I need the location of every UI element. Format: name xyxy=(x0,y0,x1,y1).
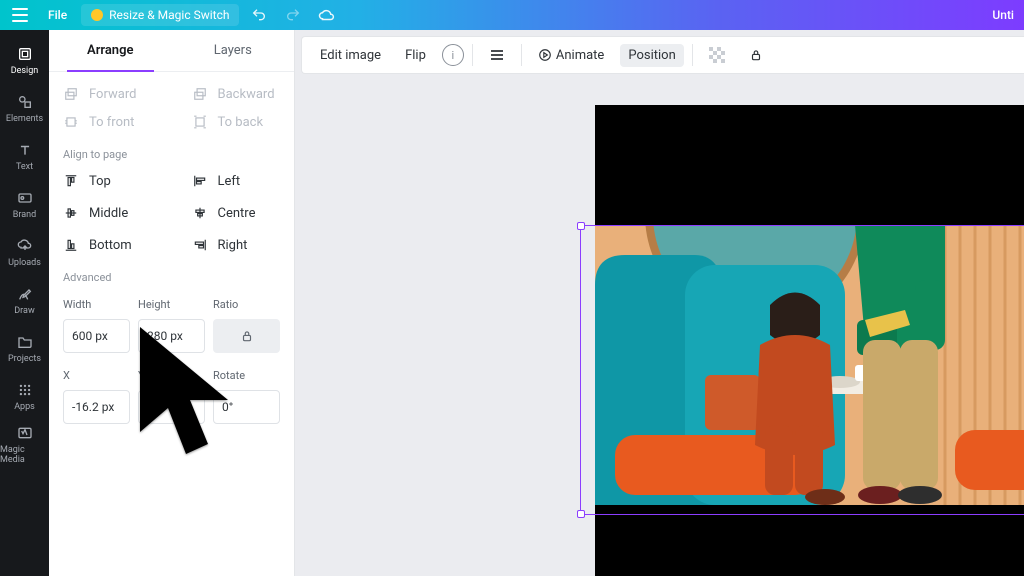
rotate-label: Rotate xyxy=(213,369,280,382)
align-top[interactable]: Top xyxy=(63,167,152,195)
advanced-heading: Advanced xyxy=(63,271,280,284)
edit-image-button[interactable]: Edit image xyxy=(312,44,389,67)
rail-text[interactable]: Text xyxy=(0,132,49,180)
to-back-icon xyxy=(192,114,208,130)
cloud-sync-icon[interactable] xyxy=(313,1,341,29)
ratio-lock-button[interactable] xyxy=(213,319,280,353)
rail-uploads[interactable]: Uploads xyxy=(0,228,49,276)
left-rail: Design Elements Text Brand Uploads Draw … xyxy=(0,30,49,576)
draw-icon xyxy=(16,285,34,303)
lock-icon[interactable] xyxy=(741,44,771,66)
rail-magic-media[interactable]: Magic Media xyxy=(0,420,49,468)
align-heading: Align to page xyxy=(63,148,280,161)
forward-icon xyxy=(63,86,79,102)
align-middle[interactable]: Middle xyxy=(63,199,152,227)
rail-apps[interactable]: Apps xyxy=(0,372,49,420)
tab-layers[interactable]: Layers xyxy=(172,30,295,71)
y-label: Y xyxy=(138,369,205,382)
list-icon[interactable] xyxy=(481,44,513,66)
align-right[interactable]: Right xyxy=(192,231,281,259)
animate-button[interactable]: Animate xyxy=(530,44,612,67)
resize-handle-bl[interactable] xyxy=(577,510,585,518)
height-input[interactable] xyxy=(138,319,205,353)
design-icon xyxy=(16,45,34,63)
rail-design[interactable]: Design xyxy=(0,36,49,84)
transparency-icon[interactable] xyxy=(701,43,733,67)
align-top-icon xyxy=(63,173,79,189)
resize-label: Resize & Magic Switch xyxy=(109,8,229,22)
selection-outline[interactable] xyxy=(580,225,1024,515)
align-centre[interactable]: Centre xyxy=(192,199,281,227)
panel-tabs: Arrange Layers xyxy=(49,30,294,72)
brand-icon xyxy=(16,189,34,207)
canvas-area: Edit image Flip i Animate Position xyxy=(295,30,1024,576)
uploads-icon xyxy=(16,237,34,255)
apps-icon xyxy=(16,381,34,399)
align-left[interactable]: Left xyxy=(192,167,281,195)
rail-label: Brand xyxy=(13,210,36,220)
width-label: Width xyxy=(63,298,130,311)
separator xyxy=(521,44,522,66)
align-right-icon xyxy=(192,237,208,253)
align-left-icon xyxy=(192,173,208,189)
ratio-label: Ratio xyxy=(213,298,280,311)
height-label: Height xyxy=(138,298,205,311)
lock-icon xyxy=(240,329,254,343)
rail-label: Elements xyxy=(6,114,43,124)
menu-icon[interactable] xyxy=(6,1,34,29)
rotate-input[interactable] xyxy=(213,390,280,424)
document-title[interactable]: Unti xyxy=(992,8,1018,22)
rail-elements[interactable]: Elements xyxy=(0,84,49,132)
crown-icon xyxy=(91,9,103,21)
rail-draw[interactable]: Draw xyxy=(0,276,49,324)
rail-label: Design xyxy=(11,66,39,76)
x-input[interactable] xyxy=(63,390,130,424)
rail-projects[interactable]: Projects xyxy=(0,324,49,372)
rail-label: Text xyxy=(16,162,33,172)
tab-arrange[interactable]: Arrange xyxy=(49,30,172,71)
align-middle-icon xyxy=(63,205,79,221)
resize-magic-switch-button[interactable]: Resize & Magic Switch xyxy=(81,4,239,26)
text-icon xyxy=(16,141,34,159)
projects-icon xyxy=(16,333,34,351)
elements-icon xyxy=(16,93,34,111)
rail-label: Draw xyxy=(14,306,34,316)
rail-label: Apps xyxy=(14,402,35,412)
layer-to-back: To back xyxy=(192,108,281,136)
redo-icon[interactable] xyxy=(279,1,307,29)
layer-backward: Backward xyxy=(192,80,281,108)
position-button[interactable]: Position xyxy=(620,44,683,67)
x-label: X xyxy=(63,369,130,382)
resize-handle-tl[interactable] xyxy=(577,222,585,230)
undo-icon[interactable] xyxy=(245,1,273,29)
layer-to-front: To front xyxy=(63,108,152,136)
align-bottom-icon xyxy=(63,237,79,253)
rail-label: Uploads xyxy=(8,258,41,268)
align-centre-icon xyxy=(192,205,208,221)
flip-button[interactable]: Flip xyxy=(397,44,434,67)
separator xyxy=(472,44,473,66)
arrange-panel: Arrange Layers Forward To front xyxy=(49,30,295,576)
info-icon[interactable]: i xyxy=(442,44,464,66)
magic-media-icon xyxy=(16,424,34,442)
animate-icon xyxy=(538,48,552,62)
layer-forward: Forward xyxy=(63,80,152,108)
options-bar: Edit image Flip i Animate Position xyxy=(301,36,1024,74)
separator xyxy=(692,44,693,66)
to-front-icon xyxy=(63,114,79,130)
align-bottom[interactable]: Bottom xyxy=(63,231,152,259)
top-bar: File Resize & Magic Switch Unti xyxy=(0,0,1024,30)
backward-icon xyxy=(192,86,208,102)
y-input[interactable] xyxy=(138,390,205,424)
rail-brand[interactable]: Brand xyxy=(0,180,49,228)
width-input[interactable] xyxy=(63,319,130,353)
rail-label: Projects xyxy=(8,354,41,364)
rail-label: Magic Media xyxy=(0,445,49,465)
file-menu[interactable]: File xyxy=(40,4,75,26)
